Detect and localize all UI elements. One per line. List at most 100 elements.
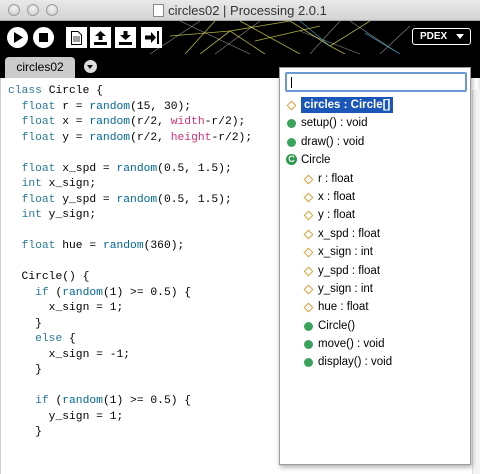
completion-search-input[interactable]: [285, 72, 467, 92]
code-line[interactable]: float y = random(r/2, height-r/2);: [8, 131, 253, 147]
code-line[interactable]: float x = random(r/2, width-r/2);: [8, 115, 252, 131]
code-token: float: [21, 193, 56, 206]
code-token: (15, 30);: [130, 100, 192, 113]
code-token: random: [62, 395, 103, 407]
completion-item[interactable]: r : float: [280, 170, 470, 188]
code-token: (r/2,: [130, 131, 171, 144]
code-token: {: [62, 333, 76, 345]
code-token: (r/2,: [130, 116, 171, 128]
code-line[interactable]: [8, 146, 252, 162]
completion-item-label: display() : void: [318, 356, 393, 369]
export-arrow-icon: [144, 31, 159, 44]
code-line[interactable]: }: [8, 425, 252, 441]
code-line[interactable]: if (random(1) >= 0.5) {: [8, 286, 252, 302]
code-token: (: [48, 395, 63, 407]
code-line[interactable]: float hue = random(360);: [8, 239, 252, 255]
code-line[interactable]: int x_sign;: [8, 177, 252, 193]
code-token: }: [8, 317, 42, 330]
completion-item[interactable]: y_spd : float: [280, 262, 470, 280]
code-line[interactable]: float x_spd = random(0.5, 1.5);: [8, 162, 252, 178]
method-icon: [287, 119, 296, 129]
code-line[interactable]: x_sign = 1;: [8, 301, 252, 317]
save-sketch-button[interactable]: [115, 27, 136, 48]
code-token: random: [89, 116, 131, 128]
code-line[interactable]: }: [8, 363, 252, 379]
new-file-icon: [71, 30, 82, 45]
run-button[interactable]: [7, 27, 28, 48]
code-token: y_sign = 1;: [8, 410, 124, 423]
completion-item-label: move() : void: [318, 338, 385, 351]
code-token: hue =: [55, 240, 103, 252]
completion-item-label: x_sign : int: [318, 246, 373, 259]
code-token: else: [35, 333, 63, 345]
code-line[interactable]: y_sign = 1;: [8, 410, 252, 426]
code-line[interactable]: [8, 255, 252, 271]
completion-item[interactable]: x_spd : float: [280, 225, 470, 243]
code-token: random: [102, 240, 144, 252]
field-icon: [303, 229, 314, 240]
code-token: random: [89, 100, 131, 113]
code-token: }: [8, 364, 42, 376]
code-text[interactable]: class Circle { float r = random(15, 30);…: [8, 84, 252, 441]
completion-item-label: Circle: [301, 154, 331, 167]
tab-menu-button[interactable]: [84, 60, 97, 73]
editor-scrollbar[interactable]: [472, 90, 480, 474]
code-token: Circle() {: [8, 271, 90, 283]
export-application-button[interactable]: [141, 27, 162, 48]
code-token: float: [21, 162, 56, 175]
mode-selector[interactable]: PDEX: [412, 28, 471, 45]
code-line[interactable]: x_sign = -1;: [8, 348, 252, 364]
completion-item[interactable]: setup() : void: [280, 114, 470, 132]
completion-item[interactable]: y : float: [280, 206, 470, 224]
code-line[interactable]: [8, 379, 252, 395]
code-token: random: [116, 162, 158, 175]
code-line[interactable]: if (random(1) >= 0.5) {: [8, 394, 252, 410]
completion-item[interactable]: draw() : void: [280, 133, 470, 151]
completion-item[interactable]: display() : void: [280, 353, 470, 371]
code-line[interactable]: }: [8, 317, 252, 333]
completion-item-label: Circle(): [318, 319, 356, 332]
completion-item[interactable]: circles : Circle[]: [280, 96, 470, 114]
field-icon: [303, 302, 314, 313]
mode-label: PDEX: [420, 31, 448, 42]
document-icon: [153, 4, 165, 17]
tab-circles02[interactable]: circles02: [5, 57, 75, 78]
method-icon: [304, 321, 313, 331]
code-line[interactable]: float y_spd = random(0.5, 1.5);: [8, 193, 252, 209]
code-token: float: [21, 100, 56, 113]
code-token: (1) >= 0.5) {: [102, 395, 192, 407]
text-caret: [291, 77, 292, 88]
new-sketch-button[interactable]: [66, 27, 87, 48]
completion-item[interactable]: y_sign : int: [280, 280, 470, 298]
code-token: y =: [55, 131, 90, 144]
code-line[interactable]: float r = random(15, 30);: [8, 100, 252, 116]
completion-item[interactable]: move() : void: [280, 335, 470, 353]
completion-item[interactable]: x_sign : int: [280, 243, 470, 261]
completion-item[interactable]: C Circle: [280, 151, 470, 169]
code-token: x_sign;: [41, 178, 97, 190]
completion-item[interactable]: Circle(): [280, 317, 470, 335]
class-icon: C: [286, 154, 297, 166]
code-line[interactable]: int y_sign;: [8, 208, 252, 224]
code-line[interactable]: else {: [8, 332, 252, 348]
code-token: random: [116, 193, 158, 206]
code-token: float: [21, 131, 56, 144]
code-token: int: [21, 178, 42, 190]
code-line[interactable]: Circle() {: [8, 270, 252, 286]
code-token: int: [21, 209, 42, 221]
code-token: y_spd =: [55, 193, 117, 206]
stop-button[interactable]: [33, 27, 54, 48]
code-line[interactable]: class Circle {: [8, 84, 252, 100]
method-icon: [304, 340, 313, 350]
code-line[interactable]: [8, 224, 252, 240]
code-token: x_sign = -1;: [8, 348, 131, 361]
code-token: -r/2);: [204, 116, 246, 128]
completion-item[interactable]: x : float: [280, 188, 470, 206]
completion-item-label: x : float: [318, 190, 356, 203]
completion-item[interactable]: hue : float: [280, 298, 470, 316]
open-sketch-button[interactable]: [90, 27, 111, 48]
code-token: -r/2);: [211, 131, 253, 144]
